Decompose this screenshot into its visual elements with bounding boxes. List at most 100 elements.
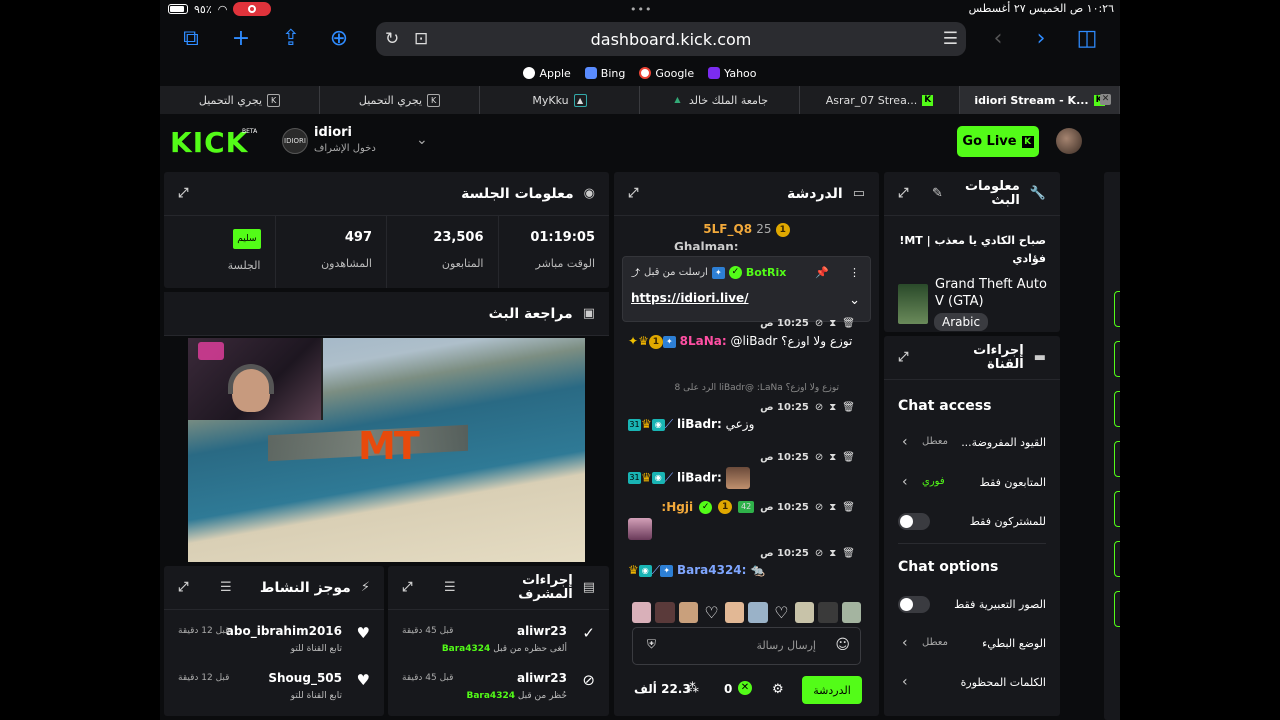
pin-icon[interactable]: 📌	[815, 266, 829, 279]
emote[interactable]	[748, 602, 768, 623]
chevron-down-icon[interactable]: ⌄	[849, 293, 860, 308]
send-chat-button[interactable]: الدردشة	[802, 676, 862, 704]
browser-tab[interactable]: Asrar_07 Strea... K	[800, 86, 960, 114]
favorite-apple[interactable]: Apple	[523, 67, 571, 80]
message-user[interactable]: liBadr:	[677, 471, 722, 485]
followers-only-option[interactable]: المتابعون فقط فوري ›	[898, 474, 1046, 494]
channel-name[interactable]: idiori	[314, 125, 352, 140]
more-icon[interactable]: ⋮	[849, 266, 860, 279]
emote[interactable]	[632, 602, 652, 623]
filter-icon[interactable]: ☰	[444, 580, 456, 595]
delete-icon[interactable]: 🗑	[842, 452, 855, 463]
delete-icon[interactable]: 🗑	[842, 548, 855, 559]
restrictions-option[interactable]: القيود المفروضة... معطل ›	[898, 434, 1046, 454]
pinned-link[interactable]: https://idiori.live/	[631, 291, 749, 305]
heart-outline-icon[interactable]: ♡	[702, 602, 721, 623]
close-tab-icon[interactable]: ✕	[1100, 94, 1111, 105]
banned-words-option[interactable]: الكلمات المحظورة ›	[898, 674, 1046, 694]
user-avatar[interactable]	[1056, 128, 1082, 154]
emote[interactable]	[841, 602, 861, 623]
reply-preview[interactable]: توزع ولا اوزع؟ liBadr@ :LaNa الرد على 8	[675, 383, 839, 393]
expand-icon[interactable]: ⤢	[402, 580, 412, 595]
camera-icon[interactable]: ▬	[1114, 541, 1120, 577]
browser-tab[interactable]: ▲ جامعة الملك خالد	[640, 86, 800, 114]
emotes-only-toggle[interactable]	[898, 596, 930, 613]
ban-icon[interactable]: ⊘	[815, 402, 823, 413]
chevron-down-icon[interactable]: ⌄	[416, 132, 428, 148]
filter-icon[interactable]: ☰	[220, 580, 232, 595]
pinned-message[interactable]: ⋮ 📌 ⤴ ارسلت من قبل ✦ ✓ BotRix https://id…	[622, 256, 871, 322]
favorite-google[interactable]: Google	[639, 67, 694, 80]
download-icon[interactable]: ⊕	[326, 26, 352, 52]
top-gifter-name[interactable]: 5LF_Q8	[703, 222, 752, 236]
share-icon[interactable]: ⇪	[278, 26, 304, 52]
chat-input[interactable]: ☺ إرسال رسالة ⛨	[632, 627, 861, 665]
mod-name[interactable]: aliwr23	[517, 671, 567, 685]
channel-avatar[interactable]: IDIORI	[282, 128, 308, 154]
edit-icon[interactable]: ✎	[932, 186, 943, 201]
target-user[interactable]: Bara4324	[442, 644, 491, 654]
go-live-button[interactable]: Go Live K	[957, 126, 1039, 157]
ban-icon[interactable]: ⊘	[815, 318, 823, 329]
stream-preview-toggle-icon[interactable]: ▣	[1114, 291, 1120, 327]
subscribers-only-toggle[interactable]	[898, 513, 930, 530]
ban-icon[interactable]: ⊘	[815, 452, 823, 463]
delete-icon[interactable]: 🗑	[842, 502, 855, 513]
expand-icon[interactable]: ⤢	[178, 580, 188, 595]
delete-icon[interactable]: 🗑	[842, 402, 855, 413]
tabs-overview-icon[interactable]: ⧉	[178, 26, 204, 52]
expand-icon[interactable]: ⤢	[898, 186, 908, 201]
chat-message[interactable]: 🗑 ⧗ ⊘ 10:25 ص ✦♛ 1 ✦ 8LaNa: @liBadr توزع ولا …	[628, 318, 855, 349]
chat-icon[interactable]: ▭	[1114, 441, 1120, 477]
chat-message[interactable]: 🗑 ⧗ ⊘ 10:25 ص ♛ ◉ ⟋ ✦ Bara4324: 🐀	[628, 548, 855, 578]
reader-icon[interactable]: ☰	[943, 29, 958, 49]
back-icon[interactable]: ‹	[985, 26, 1011, 52]
category-thumbnail[interactable]	[898, 284, 928, 324]
emote[interactable]	[725, 602, 745, 623]
chat-message[interactable]: 🗑 ⧗ ⊘ 10:25 ص 42 1 ✓ Hgji:	[628, 500, 855, 544]
delete-icon[interactable]: 🗑	[842, 318, 855, 329]
category-name[interactable]: Grand Theft Auto V (GTA)	[935, 276, 1053, 310]
expand-icon[interactable]: ⤢	[898, 350, 908, 365]
emote[interactable]	[678, 602, 698, 623]
emote[interactable]	[818, 602, 838, 623]
wrench-icon[interactable]: 🔧	[1114, 591, 1120, 627]
edit-icon[interactable]: ✎	[1114, 226, 1120, 262]
timeout-icon[interactable]: ⧗	[829, 318, 836, 329]
follower-name[interactable]: Shoug_505	[268, 671, 342, 685]
expand-icon[interactable]: ⤢	[628, 186, 638, 201]
timeout-icon[interactable]: ⧗	[829, 502, 836, 513]
browser-tab[interactable]: MyKku ▲	[480, 86, 640, 114]
browser-tab-active[interactable]: idiori Stream - K...K✕	[960, 86, 1120, 114]
emote[interactable]	[655, 602, 675, 623]
shield-icon[interactable]: ⛨	[647, 637, 656, 652]
follower-name[interactable]: abo_ibrahim2016	[226, 624, 342, 638]
favorite-bing[interactable]: Bing	[584, 67, 625, 80]
list-icon[interactable]: ▤	[1114, 391, 1120, 427]
timeout-icon[interactable]: ⧗	[829, 548, 836, 559]
message-user[interactable]: Bara4324:	[677, 563, 746, 577]
mod-name[interactable]: aliwr23	[517, 624, 567, 638]
target-user[interactable]: Bara4324	[466, 691, 515, 701]
new-tab-icon[interactable]: +	[228, 26, 254, 52]
kick-logo[interactable]: KICK	[170, 126, 248, 159]
emote[interactable]	[795, 602, 815, 623]
message-user[interactable]: liBadr:	[677, 417, 722, 431]
browser-tab[interactable]: يجري التحميل K	[160, 86, 320, 114]
message-user[interactable]: Hgji:	[661, 500, 693, 514]
url-text[interactable]: dashboard.kick.com	[376, 30, 966, 49]
bolt-icon[interactable]: ⚡	[1114, 341, 1120, 377]
expand-icon[interactable]: ⤢	[178, 186, 188, 201]
emoji-icon[interactable]: ☺	[835, 637, 850, 653]
info-icon[interactable]: ℹ	[1114, 176, 1120, 212]
pinned-sender[interactable]: BotRix	[746, 266, 787, 279]
play-circle-icon[interactable]: ◉	[1114, 491, 1120, 527]
gear-icon[interactable]: ⚙	[772, 682, 784, 697]
timeout-icon[interactable]: ⧗	[829, 402, 836, 413]
slow-mode-option[interactable]: الوضع البطيء معطل ›	[898, 635, 1046, 655]
chat-message[interactable]: 🗑 ⧗ ⊘ 10:25 ص 31♛ ◉ ⟋ liBadr: وزعي	[628, 402, 855, 432]
ban-icon[interactable]: ⊘	[815, 548, 823, 559]
stream-video[interactable]: MT	[188, 338, 585, 562]
screen-record-icon[interactable]	[233, 2, 272, 16]
heart-outline-icon[interactable]: ♡	[772, 602, 791, 623]
